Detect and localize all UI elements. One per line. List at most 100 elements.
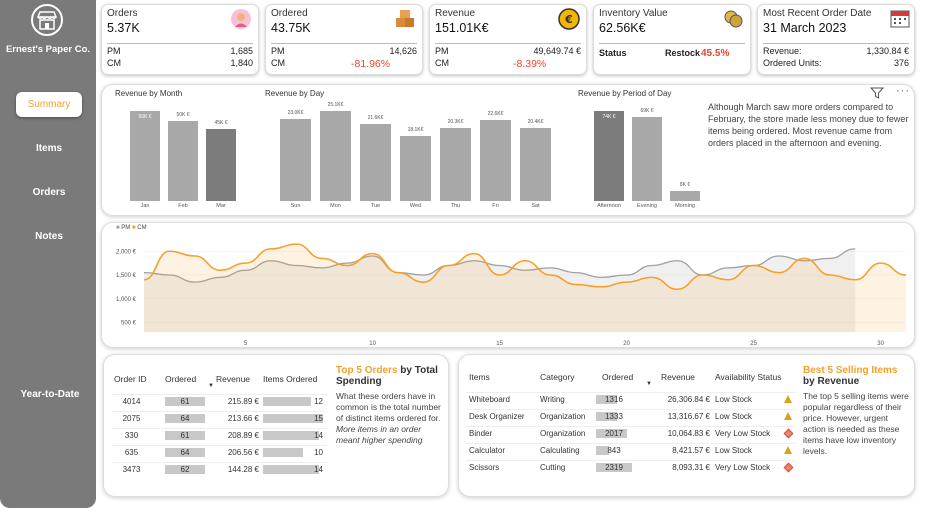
pm-value: 14,626 [389, 46, 417, 56]
table-row[interactable] [112, 445, 327, 446]
pm-label: PM [435, 46, 449, 56]
kpi-value: 31 March 2023 [763, 21, 847, 35]
x-tick-label: Thu [450, 203, 461, 209]
column-header[interactable]: Items [469, 372, 490, 382]
revenue-value: 8,421.57 € [672, 446, 710, 455]
low-stock-warning-icon [784, 446, 792, 454]
x-tick-label: Morning [675, 203, 695, 209]
revenue-value: 208.89 € [227, 431, 259, 440]
column-header[interactable]: Availability Status [715, 372, 781, 382]
availability-status: Low Stock [715, 412, 752, 421]
column-header[interactable]: Ordered [602, 372, 633, 382]
sidebar: Ernest's Paper Co. Summary Items Orders … [0, 0, 96, 508]
table-row[interactable] [466, 460, 796, 461]
x-tick-label: 10 [369, 341, 376, 347]
euro-coin-icon: € [558, 8, 580, 30]
low-stock-warning-icon [784, 412, 792, 420]
bar-wed[interactable] [400, 136, 431, 201]
nav-items[interactable]: Items [16, 136, 82, 161]
revenue-value: 215.89 € [227, 397, 259, 406]
bar-evening[interactable] [632, 117, 662, 201]
filter-icon[interactable] [870, 87, 884, 99]
item-name: Binder [469, 429, 493, 438]
table-row[interactable] [112, 428, 327, 429]
cm-label: CM [271, 58, 285, 68]
column-header[interactable]: Revenue [661, 372, 695, 382]
revenue-value: 10,064.83 € [667, 429, 710, 438]
table-row[interactable] [112, 462, 327, 463]
table-row[interactable] [112, 394, 327, 395]
items-ordered-value: 14 [314, 431, 323, 440]
nav-orders[interactable]: Orders [16, 180, 82, 205]
kpi-title: Most Recent Order Date [763, 8, 872, 19]
bar-value-label: 21.6K€ [367, 114, 384, 121]
svg-text:€: € [564, 13, 573, 26]
nav-notes[interactable]: Notes [16, 224, 82, 249]
availability-status: Low Stock [715, 446, 752, 455]
ordered-value: 2017 [605, 429, 623, 438]
table-row[interactable] [466, 409, 796, 410]
availability-status: Very Low Stock [715, 463, 771, 472]
column-header[interactable]: Order ID [114, 374, 147, 384]
cm-label: CM [435, 58, 449, 68]
bar-sun[interactable] [280, 118, 311, 201]
kpi-recent-order-card: Most Recent Order Date 31 March 2023 Rev… [757, 4, 915, 75]
cm-value: 1,840 [230, 58, 253, 68]
order-id: 635 [124, 448, 139, 457]
availability-status: Low Stock [715, 395, 752, 404]
sort-desc-icon[interactable]: ▼ [208, 383, 214, 389]
nav-summary[interactable]: Summary [16, 92, 82, 117]
legend-pm: PM [121, 225, 131, 231]
change-value: -8.39% [513, 58, 547, 70]
column-header[interactable]: Ordered [165, 374, 196, 384]
divider [271, 43, 417, 44]
divider [435, 43, 581, 44]
bar-feb[interactable] [168, 120, 198, 201]
bar-value-label: 69K € [640, 108, 654, 115]
notes-text: Although March saw more orders compared … [708, 102, 909, 148]
change-value: -81.96% [351, 58, 391, 70]
item-category: Organization [540, 412, 586, 421]
item-category: Calculating [540, 446, 580, 455]
x-tick-label: 25 [750, 341, 757, 347]
more-options-icon[interactable]: ··· [896, 85, 910, 97]
bar-thu[interactable] [440, 128, 471, 201]
coins-icon [724, 10, 743, 28]
bar-tue[interactable] [360, 123, 391, 201]
table-row[interactable] [466, 392, 796, 393]
availability-status: Very Low Stock [715, 429, 771, 438]
bar-jan[interactable] [130, 111, 160, 201]
bar-mon[interactable] [320, 111, 351, 201]
table-row[interactable] [466, 426, 796, 427]
column-header[interactable]: Revenue [216, 374, 250, 384]
table-row[interactable] [112, 411, 327, 412]
nav-year-to-date[interactable]: Year-to-Date [12, 382, 88, 407]
bar-afternoon[interactable] [594, 111, 624, 201]
x-tick-label: Fri [492, 203, 499, 209]
bar-morning[interactable] [670, 191, 700, 201]
ordered-value: 2319 [605, 463, 623, 472]
series-area-cm [144, 244, 906, 332]
status-value: Restock [665, 48, 701, 58]
table-row[interactable] [466, 443, 796, 444]
person-icon [231, 9, 251, 29]
bar-value-label: 8K € [679, 182, 691, 189]
bar-value-label: 23.0K€ [287, 109, 304, 116]
rev-value: 1,330.84 € [866, 46, 909, 56]
sort-desc-icon[interactable]: ▼ [646, 381, 652, 387]
x-tick-label: Tue [370, 203, 381, 209]
bar-fri[interactable] [480, 119, 511, 201]
rev-label: Revenue: [763, 46, 802, 56]
x-tick-label: Sat [531, 203, 540, 209]
bar-value-label: 18.1K€ [407, 127, 424, 134]
revenue-value: 8,093.31 € [672, 463, 710, 472]
kpi-revenue-card: Revenue 151.01K€ € PM 49,649.74 € CM -8.39… [429, 4, 587, 75]
column-header[interactable]: Items Ordered [263, 374, 317, 384]
column-header[interactable]: Category [540, 372, 575, 382]
status-label: Status [599, 48, 627, 58]
top-orders-text-em: More items in an order meant higher spen… [336, 424, 423, 445]
x-tick-label: 15 [496, 341, 503, 347]
bar-sat[interactable] [520, 127, 551, 201]
line-legend: ■ PM ■ CM [116, 225, 147, 231]
bar-mar[interactable] [206, 128, 236, 201]
